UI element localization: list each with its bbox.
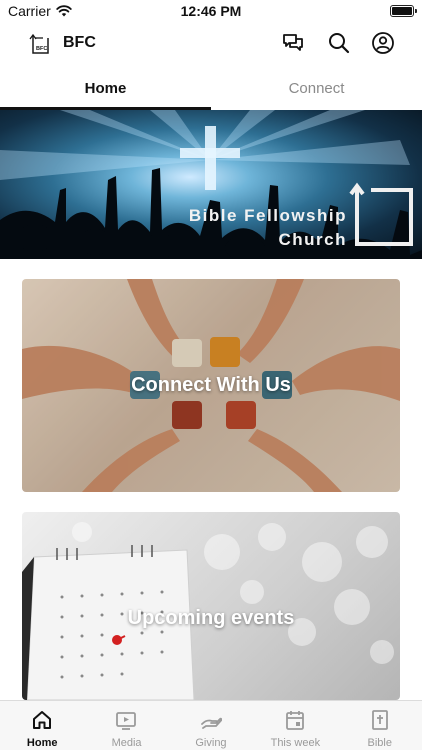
app-bar: BFC BFC (0, 24, 422, 64)
events-card[interactable]: Upcoming events (22, 512, 400, 700)
search-icon[interactable] (327, 31, 351, 55)
status-time: 12:46 PM (180, 3, 242, 19)
calendar-icon (286, 711, 305, 730)
media-icon (116, 712, 137, 730)
status-bar: Carrier 12:46 PM (0, 0, 422, 24)
hero-title-line1: Bible Fellowship (188, 206, 347, 225)
nav-home[interactable]: Home (0, 701, 84, 750)
nav-bible[interactable]: Bible (338, 701, 422, 750)
nav-this-week[interactable]: This week (253, 701, 337, 750)
nav-this-week-label: This week (270, 737, 321, 749)
app-title: BFC (63, 34, 96, 51)
hero-banner[interactable]: Bible Fellowship Church (0, 110, 422, 259)
bfc-logo-icon[interactable]: BFC (29, 32, 49, 54)
battery-icon (390, 5, 417, 17)
nav-home-label: Home (26, 737, 58, 749)
nav-giving[interactable]: Giving (169, 701, 253, 750)
tab-home-label: Home (84, 80, 127, 97)
bottom-nav: Home Media Giving This week Bible (0, 700, 422, 750)
connect-card[interactable]: Connect With Us (22, 279, 400, 492)
profile-icon[interactable] (371, 31, 395, 55)
events-card-image (22, 522, 394, 700)
nav-media[interactable]: Media (84, 701, 168, 750)
giving-icon (200, 717, 222, 729)
tab-connect[interactable]: Connect (211, 70, 422, 110)
chat-bubbles-icon[interactable] (281, 31, 305, 55)
bible-icon (371, 710, 388, 730)
home-icon (33, 711, 51, 729)
hero-image (0, 110, 422, 259)
nav-bible-label: Bible (367, 737, 392, 749)
nav-giving-label: Giving (195, 737, 227, 749)
nav-media-label: Media (111, 737, 142, 749)
tab-home[interactable]: Home (0, 70, 211, 110)
logo-text: BFC (36, 46, 47, 52)
tab-connect-label: Connect (288, 80, 345, 97)
events-card-title: Upcoming events (127, 607, 295, 629)
hero-title-line2: Church (278, 230, 347, 249)
top-tabs: Home Connect (0, 70, 422, 110)
connect-card-title: Connect With Us (131, 374, 291, 396)
